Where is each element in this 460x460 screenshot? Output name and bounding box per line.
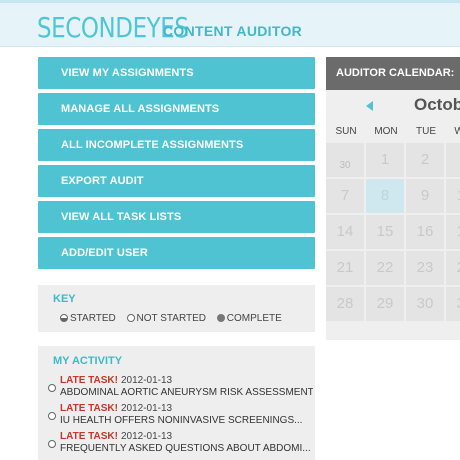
- calendar-day[interactable]: 2: [406, 143, 444, 177]
- not-started-icon: [48, 384, 56, 392]
- auditor-calendar: AUDITOR CALENDAR: October SUN MON TUE WE…: [326, 57, 460, 340]
- calendar-day[interactable]: 23: [406, 251, 444, 285]
- calendar-day[interactable]: 24: [446, 251, 460, 285]
- weekday-label: WED: [454, 126, 460, 137]
- calendar-nav: October: [326, 90, 460, 122]
- key-not-started-label: NOT STARTED: [136, 313, 206, 324]
- calendar-day[interactable]: 1: [366, 143, 404, 177]
- calendar-day[interactable]: 16: [406, 215, 444, 249]
- activity-panel: MY ACTIVITY LATE TASK! 2012-01-13 ABDOMIN…: [38, 346, 315, 460]
- calendar-title: AUDITOR CALENDAR:: [326, 57, 460, 90]
- add-edit-user-button[interactable]: ADD/EDIT USER: [38, 237, 315, 269]
- app-header: SECONDEYES CONTENT AUDITOR: [0, 0, 460, 47]
- manage-all-assignments-button[interactable]: MANAGE ALL ASSIGNMENTS: [38, 93, 315, 125]
- late-task-label: LATE TASK!: [60, 375, 118, 386]
- activity-date: 2012-01-13: [120, 375, 173, 386]
- activity-date: 2012-01-13: [120, 403, 173, 414]
- calendar-day[interactable]: 15: [366, 215, 404, 249]
- key-title: KEY: [53, 293, 76, 305]
- calendar-day[interactable]: 3: [446, 143, 460, 177]
- activity-date: 2012-01-13: [120, 431, 173, 442]
- calendar-day[interactable]: 31: [446, 287, 460, 321]
- key-started-label: STARTED: [70, 313, 116, 324]
- calendar-day[interactable]: 14: [326, 215, 364, 249]
- calendar-day[interactable]: 7: [326, 179, 364, 213]
- complete-icon: [216, 314, 225, 322]
- view-all-task-lists-button[interactable]: VIEW ALL TASK LISTS: [38, 201, 315, 233]
- not-started-icon: [48, 412, 56, 420]
- activity-task-link[interactable]: IU HEALTH OFFERS NONINVASIVE SCREENINGS.…: [60, 415, 313, 427]
- late-task-label: LATE TASK!: [60, 431, 118, 442]
- calendar-day[interactable]: 29: [366, 287, 404, 321]
- key-panel: KEY STARTED NOT STARTED COMPLETE: [38, 285, 315, 332]
- activity-item[interactable]: LATE TASK! 2012-01-13 ABDOMINAL AORTIC AN…: [48, 375, 313, 403]
- weekday-header: SUN MON TUE WED: [326, 122, 460, 142]
- key-legend: STARTED NOT STARTED COMPLETE: [60, 313, 290, 324]
- started-icon: [60, 314, 68, 322]
- activity-item[interactable]: LATE TASK! 2012-01-13 IU HEALTH OFFERS NO…: [48, 403, 313, 431]
- view-my-assignments-button[interactable]: VIEW MY ASSIGNMENTS: [38, 57, 315, 89]
- calendar-day[interactable]: 30: [326, 143, 364, 177]
- calendar-day-today[interactable]: 8: [366, 179, 404, 213]
- calendar-day[interactable]: 21: [326, 251, 364, 285]
- calendar-day[interactable]: 28: [326, 287, 364, 321]
- activity-list: LATE TASK! 2012-01-13 ABDOMINAL AORTIC AN…: [48, 375, 313, 459]
- late-task-label: LATE TASK!: [60, 403, 118, 414]
- weekday-label: TUE: [416, 126, 436, 137]
- key-complete-label: COMPLETE: [226, 313, 282, 324]
- export-audit-button[interactable]: EXPORT AUDIT: [38, 165, 315, 197]
- key-complete: COMPLETE: [216, 313, 282, 324]
- calendar-month: October: [414, 95, 460, 114]
- key-started: STARTED: [60, 313, 116, 324]
- activity-task-link[interactable]: ABDOMINAL AORTIC ANEURYSM RISK ASSESSMEN…: [60, 387, 313, 399]
- activity-item[interactable]: LATE TASK! 2012-01-13 FREQUENTLY ASKED QU…: [48, 431, 313, 459]
- calendar-day[interactable]: 9: [406, 179, 444, 213]
- not-started-icon: [48, 440, 56, 448]
- weekday-label: SUN: [335, 126, 357, 137]
- calendar-day[interactable]: 17: [446, 215, 460, 249]
- calendar-day[interactable]: 22: [366, 251, 404, 285]
- activity-task-link[interactable]: FREQUENTLY ASKED QUESTIONS ABOUT ABDOMI.…: [60, 443, 313, 455]
- weekday-label: MON: [374, 126, 398, 137]
- calendar-day[interactable]: 10: [446, 179, 460, 213]
- key-not-started: NOT STARTED: [126, 313, 206, 324]
- not-started-icon: [126, 314, 135, 322]
- calendar-day[interactable]: 30: [406, 287, 444, 321]
- activity-title: MY ACTIVITY: [53, 355, 123, 367]
- app-name: CONTENT AUDITOR: [163, 23, 303, 39]
- all-incomplete-assignments-button[interactable]: ALL INCOMPLETE ASSIGNMENTS: [38, 129, 315, 161]
- previous-month-icon[interactable]: [366, 101, 373, 111]
- main-nav: VIEW MY ASSIGNMENTS MANAGE ALL ASSIGNMEN…: [38, 57, 315, 273]
